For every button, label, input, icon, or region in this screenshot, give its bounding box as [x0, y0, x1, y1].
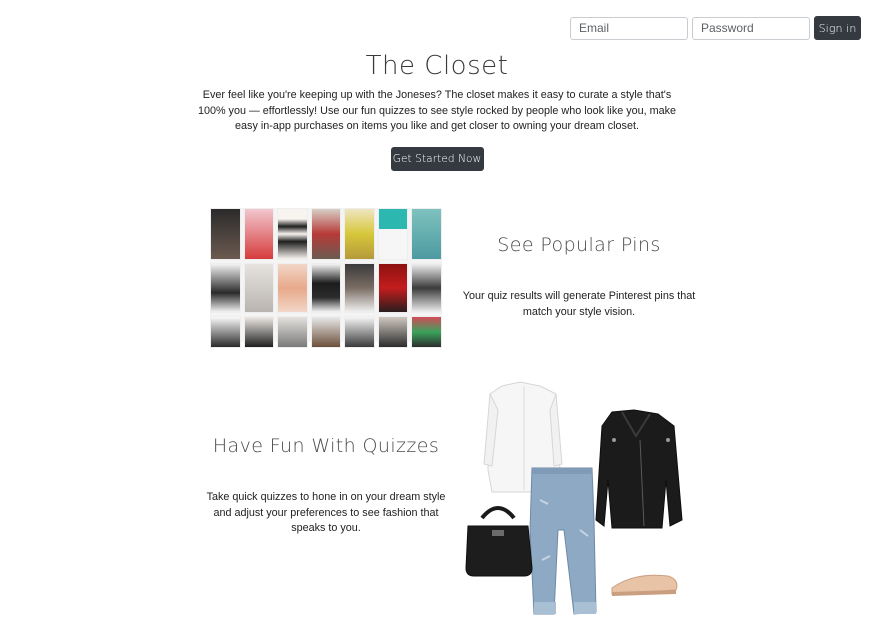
password-input[interactable]: [692, 16, 810, 40]
pin-thumbnail: [210, 208, 241, 260]
pin-thumbnail: [377, 316, 409, 348]
pin-thumbnail: [310, 263, 342, 313]
outfit-image: [465, 381, 683, 615]
pin-thumbnail: [243, 316, 275, 348]
pin-thumbnail: [277, 316, 308, 348]
quizzes-description: Take quick quizzes to hone in on your dr…: [206, 491, 446, 535]
pins-feature: See Popular Pins Your quiz results will …: [450, 234, 708, 320]
pin-thumbnail: [210, 263, 241, 313]
pins-heading: See Popular Pins: [497, 234, 661, 256]
pin-thumbnail: [344, 316, 375, 348]
pins-description: Your quiz results will generate Pinteres…: [462, 290, 696, 318]
pin-thumbnail: [210, 316, 241, 348]
pin-thumbnail: [411, 316, 442, 348]
email-input[interactable]: [570, 16, 688, 40]
pin-thumbnail: [243, 263, 275, 313]
pin-thumbnail: [411, 263, 442, 313]
pin-thumbnail: [377, 208, 409, 260]
pin-thumbnail: [243, 208, 275, 260]
page-title: The Closet: [365, 51, 509, 81]
intro-text: Ever feel like you're keeping up with th…: [197, 89, 677, 133]
pin-thumbnail: [377, 263, 409, 313]
jeans: [529, 467, 597, 615]
pin-thumbnail: [310, 316, 342, 348]
get-started-button[interactable]: Get Started Now: [390, 146, 484, 171]
pin-thumbnail: [344, 208, 375, 260]
hero-section: The Closet Ever feel like you're keeping…: [0, 50, 874, 171]
leather-jacket: [595, 409, 683, 529]
pin-thumbnail: [277, 208, 308, 260]
pinterest-pins-image: [210, 208, 442, 348]
pin-thumbnail: [277, 263, 308, 313]
pin-thumbnail: [310, 208, 342, 260]
signin-form: Sign in: [570, 16, 861, 40]
quizzes-feature: Have Fun With Quizzes Take quick quizzes…: [204, 435, 448, 537]
sign-in-button[interactable]: Sign in: [814, 16, 861, 40]
pin-thumbnail: [344, 263, 375, 313]
nude-shoe: [611, 574, 678, 596]
quizzes-heading: Have Fun With Quizzes: [212, 435, 440, 457]
black-handbag: [465, 506, 533, 577]
pin-thumbnail: [411, 208, 442, 260]
